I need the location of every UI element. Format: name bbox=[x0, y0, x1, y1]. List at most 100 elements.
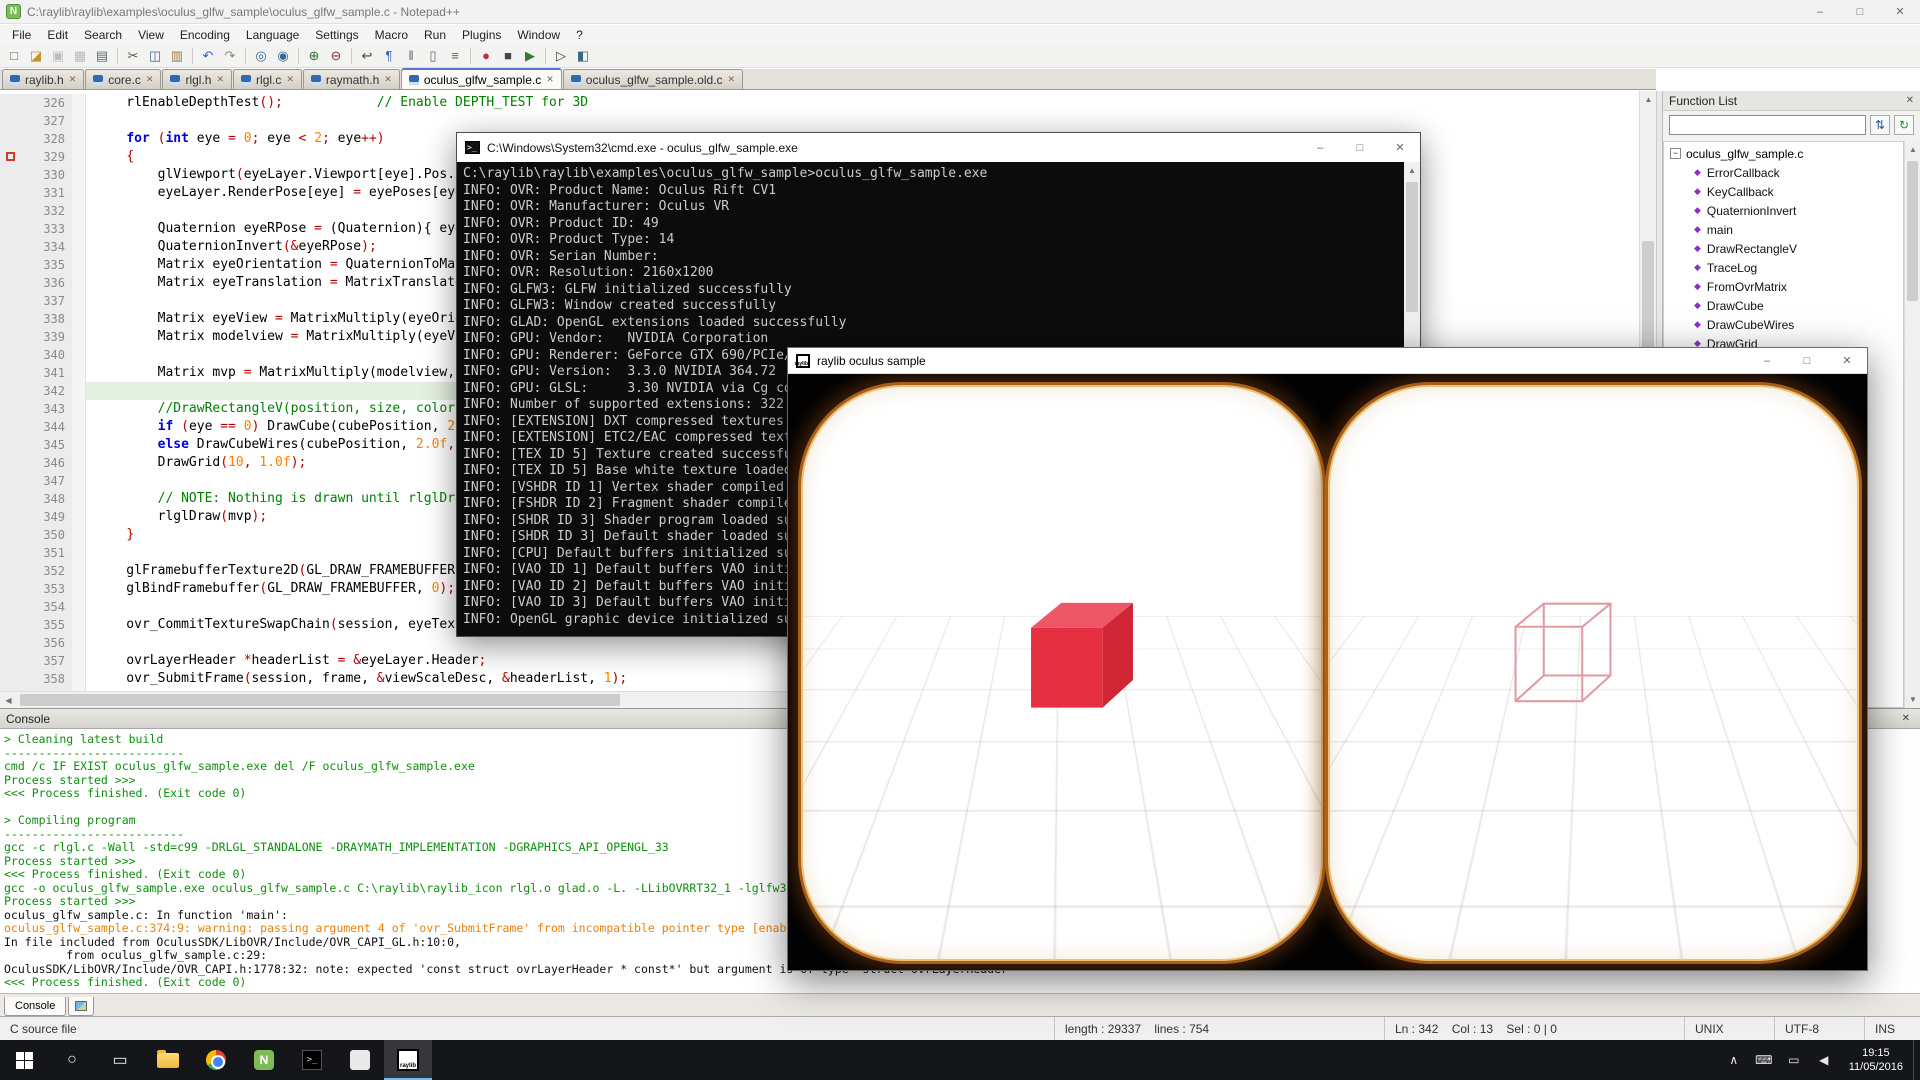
menu-item-settings[interactable]: Settings bbox=[307, 27, 366, 43]
scrollbar-thumb[interactable] bbox=[20, 694, 620, 706]
function-list-reload-icon[interactable]: ↻ bbox=[1894, 115, 1914, 135]
function-list-close-icon[interactable]: ✕ bbox=[1906, 95, 1914, 106]
scroll-up-icon[interactable]: ▲ bbox=[1905, 141, 1920, 158]
show-desktop-button[interactable] bbox=[1913, 1040, 1920, 1080]
scroll-up-icon[interactable]: ▲ bbox=[1640, 91, 1656, 108]
scroll-left-icon[interactable]: ◀ bbox=[0, 692, 17, 708]
scrollbar-thumb[interactable] bbox=[1406, 182, 1418, 312]
maximize-button[interactable]: □ bbox=[1840, 0, 1880, 23]
minimize-button[interactable]: – bbox=[1800, 0, 1840, 23]
function-item-drawcube[interactable]: ◆DrawCube bbox=[1664, 296, 1903, 315]
menu-item-view[interactable]: View bbox=[130, 27, 172, 43]
function-list-root[interactable]: − oculus_glfw_sample.c bbox=[1664, 144, 1903, 163]
function-item-main[interactable]: ◆main bbox=[1664, 220, 1903, 239]
menu-item-language[interactable]: Language bbox=[238, 27, 307, 43]
record-macro-icon[interactable]: ● bbox=[476, 46, 496, 66]
indent-guide-icon[interactable]: ‖ bbox=[401, 46, 421, 66]
tab-oculus-glfw-sample-old-c[interactable]: oculus_glfw_sample.old.c✕ bbox=[563, 69, 743, 89]
function-item-keycallback[interactable]: ◆KeyCallback bbox=[1664, 182, 1903, 201]
minimize-button[interactable]: – bbox=[1747, 348, 1787, 373]
cut-icon[interactable]: ✂ bbox=[123, 46, 143, 66]
close-button[interactable]: ✕ bbox=[1380, 133, 1420, 162]
keyboard-icon[interactable]: ⌨ bbox=[1749, 1040, 1779, 1080]
zoom-in-icon[interactable]: ⊕ bbox=[304, 46, 324, 66]
tab-close-icon[interactable]: ✕ bbox=[286, 74, 294, 85]
menu-item-search[interactable]: Search bbox=[76, 27, 130, 43]
function-list-scrollbar[interactable]: ▲ ▼ bbox=[1904, 141, 1920, 708]
paste-icon[interactable]: ▥ bbox=[167, 46, 187, 66]
copy-icon[interactable]: ◫ bbox=[145, 46, 165, 66]
replace-icon[interactable]: ◉ bbox=[273, 46, 293, 66]
menu-item-run[interactable]: Run bbox=[416, 27, 454, 43]
new-file-icon[interactable]: □ bbox=[4, 46, 24, 66]
console-close-icon[interactable]: ✕ bbox=[1898, 713, 1914, 724]
play-macro-icon[interactable]: ▶ bbox=[520, 46, 540, 66]
maximize-button[interactable]: □ bbox=[1340, 133, 1380, 162]
start-button[interactable] bbox=[0, 1040, 48, 1080]
taskbar-chrome[interactable] bbox=[192, 1040, 240, 1080]
taskbar-cmd[interactable]: >_ bbox=[288, 1040, 336, 1080]
redo-icon[interactable]: ↷ bbox=[220, 46, 240, 66]
tab-close-icon[interactable]: ✕ bbox=[146, 74, 154, 85]
function-item-drawrectanglev[interactable]: ◆DrawRectangleV bbox=[1664, 239, 1903, 258]
taskbar-app[interactable] bbox=[336, 1040, 384, 1080]
tab-close-icon[interactable]: ✕ bbox=[728, 74, 736, 85]
function-list-sort-icon[interactable]: ⇅ bbox=[1870, 115, 1890, 135]
close-button[interactable]: ✕ bbox=[1880, 0, 1920, 23]
function-item-drawcubewires[interactable]: ◆DrawCubeWires bbox=[1664, 315, 1903, 334]
run-icon[interactable]: ▷ bbox=[551, 46, 571, 66]
npp-titlebar[interactable]: N C:\raylib\raylib\examples\oculus_glfw_… bbox=[0, 0, 1920, 24]
scroll-up-icon[interactable]: ▲ bbox=[1404, 162, 1420, 179]
menu-item-edit[interactable]: Edit bbox=[39, 27, 76, 43]
undo-icon[interactable]: ↶ bbox=[198, 46, 218, 66]
minimize-button[interactable]: – bbox=[1300, 133, 1340, 162]
doc-map-icon[interactable]: ▯ bbox=[423, 46, 443, 66]
docked-tab-icon[interactable] bbox=[68, 997, 94, 1016]
menu-item-encoding[interactable]: Encoding bbox=[172, 27, 238, 43]
scroll-down-icon[interactable]: ▼ bbox=[1905, 691, 1920, 708]
docked-tab-console[interactable]: Console bbox=[4, 997, 66, 1016]
zoom-out-icon[interactable]: ⊖ bbox=[326, 46, 346, 66]
tab-close-icon[interactable]: ✕ bbox=[69, 74, 77, 85]
tree-collapse-icon[interactable]: − bbox=[1670, 148, 1681, 159]
raylib-titlebar[interactable]: raylib raylib oculus sample – □ ✕ bbox=[788, 348, 1867, 374]
show-all-chars-icon[interactable]: ¶ bbox=[379, 46, 399, 66]
tab-close-icon[interactable]: ✕ bbox=[216, 74, 224, 85]
tab-rlgl-h[interactable]: rlgl.h✕ bbox=[162, 69, 232, 89]
chevron-up-icon[interactable]: ∧ bbox=[1719, 1040, 1749, 1080]
tab-raymath-h[interactable]: raymath.h✕ bbox=[303, 69, 400, 89]
close-button[interactable]: ✕ bbox=[1827, 348, 1867, 373]
tab-oculus-glfw-sample-c[interactable]: oculus_glfw_sample.c✕ bbox=[401, 68, 562, 89]
function-list-icon[interactable]: ≡ bbox=[445, 46, 465, 66]
menu-item-window[interactable]: Window bbox=[509, 27, 568, 43]
function-item-fromovrmatrix[interactable]: ◆FromOvrMatrix bbox=[1664, 277, 1903, 296]
menu-item-macro[interactable]: Macro bbox=[367, 27, 416, 43]
function-item-tracelog[interactable]: ◆TraceLog bbox=[1664, 258, 1903, 277]
function-item-quaternioninvert[interactable]: ◆QuaternionInvert bbox=[1664, 201, 1903, 220]
task-view-button[interactable]: ▭ bbox=[96, 1040, 144, 1080]
taskbar-file-explorer[interactable] bbox=[144, 1040, 192, 1080]
print-icon[interactable]: ▤ bbox=[92, 46, 112, 66]
word-wrap-icon[interactable]: ↩ bbox=[357, 46, 377, 66]
tab-raylib-h[interactable]: raylib.h✕ bbox=[2, 69, 84, 89]
function-list-filter-input[interactable] bbox=[1669, 115, 1866, 135]
menu-item-plugins[interactable]: Plugins bbox=[454, 27, 509, 43]
maximize-button[interactable]: □ bbox=[1787, 348, 1827, 373]
menu-item-help[interactable]: ? bbox=[568, 27, 591, 43]
taskbar-raylib-active[interactable]: raylib bbox=[384, 1040, 432, 1080]
tab-core-c[interactable]: core.c✕ bbox=[85, 69, 161, 89]
taskbar-notepadpp[interactable]: N bbox=[240, 1040, 288, 1080]
search-button[interactable]: ○ bbox=[48, 1040, 96, 1080]
stop-macro-icon[interactable]: ■ bbox=[498, 46, 518, 66]
menu-item-file[interactable]: File bbox=[4, 27, 39, 43]
code-line-327[interactable]: 327 bbox=[0, 112, 1639, 130]
taskbar-clock[interactable]: 19:15 11/05/2016 bbox=[1839, 1040, 1913, 1080]
open-folder-icon[interactable]: ◪ bbox=[26, 46, 46, 66]
code-line-326[interactable]: 326 rlEnableDepthTest(); // Enable DEPTH… bbox=[0, 94, 1639, 112]
find-icon[interactable]: ◎ bbox=[251, 46, 271, 66]
tab-close-icon[interactable]: ✕ bbox=[546, 74, 554, 85]
tab-close-icon[interactable]: ✕ bbox=[384, 74, 392, 85]
tab-rlgl-c[interactable]: rlgl.c✕ bbox=[233, 69, 302, 89]
network-icon[interactable]: ▭ bbox=[1779, 1040, 1809, 1080]
volume-icon[interactable]: ◀ bbox=[1809, 1040, 1839, 1080]
